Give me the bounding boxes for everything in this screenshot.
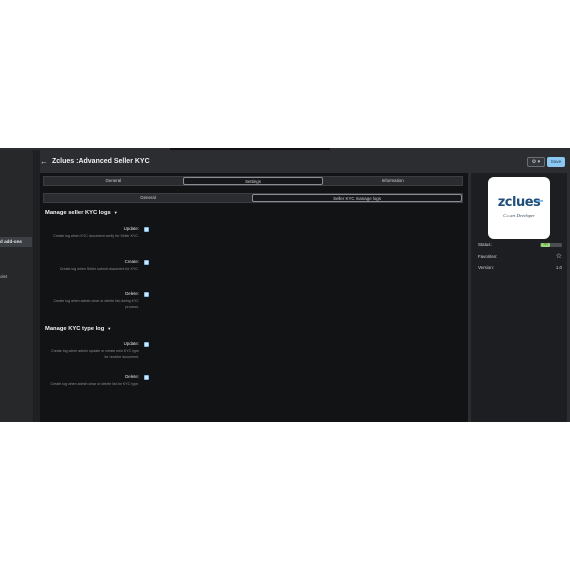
addon-info-panel: zclues .com C.c.art Developer Status: ON… bbox=[471, 173, 567, 422]
field-label: Delete: bbox=[125, 291, 139, 296]
back-arrow-icon[interactable]: ← bbox=[40, 157, 48, 166]
field-description: Create log when KYC document verify for … bbox=[53, 234, 139, 238]
logo-tagline: C.c.art Developer bbox=[503, 213, 535, 218]
status-label: Status: bbox=[478, 242, 492, 247]
status-toggle[interactable]: ON bbox=[540, 243, 562, 247]
version-label: Version: bbox=[478, 265, 494, 270]
addon-logo: zclues .com C.c.art Developer bbox=[488, 177, 550, 239]
type-delete-checkbox[interactable] bbox=[144, 375, 149, 380]
seller-delete-checkbox[interactable] bbox=[144, 292, 149, 297]
app-window: d add-ons olet ← Zclues :Advanced Seller… bbox=[0, 148, 570, 422]
field-description: Create log when admin update or create n… bbox=[51, 349, 139, 359]
section-title-kyc-type-log[interactable]: Manage KYC type log ▼ bbox=[45, 326, 111, 332]
field-label: Update: bbox=[123, 226, 139, 231]
main-tabs: General Settings Information bbox=[43, 176, 463, 186]
gear-dropdown-button[interactable]: ⚙ ▾ bbox=[527, 157, 545, 167]
field-label: Update: bbox=[123, 341, 139, 346]
field-description: Create log when admin clear or delete li… bbox=[53, 299, 140, 309]
type-update-checkbox[interactable] bbox=[144, 342, 149, 347]
seller-create-checkbox[interactable] bbox=[144, 260, 149, 265]
chevron-down-icon: ▼ bbox=[113, 210, 118, 215]
version-value: 1.0 bbox=[555, 265, 562, 270]
sidebar-item-addons[interactable]: d add-ons bbox=[0, 237, 32, 247]
tab-settings[interactable]: Settings bbox=[182, 177, 324, 185]
subtab-general[interactable]: General bbox=[44, 194, 252, 202]
save-button[interactable]: Save bbox=[547, 157, 565, 167]
field-description: Create log when admin clear or delete li… bbox=[50, 382, 140, 386]
chevron-down-icon: ▼ bbox=[107, 326, 112, 331]
page-header: ← Zclues :Advanced Seller KYC ⚙ ▾ Save bbox=[40, 156, 570, 170]
sidebar-item-other[interactable]: olet bbox=[0, 274, 7, 279]
section-title-text: Manage seller KYC logs bbox=[45, 210, 111, 216]
seller-update-checkbox[interactable] bbox=[144, 227, 149, 232]
page-title: Zclues :Advanced Seller KYC bbox=[52, 158, 150, 165]
field-label: Create: bbox=[124, 259, 139, 264]
field-label: Delete: bbox=[125, 374, 139, 379]
status-toggle-on: ON bbox=[541, 243, 550, 247]
version-row: Version: 1.0 bbox=[478, 265, 562, 273]
subtab-seller-kyc-logs[interactable]: Seller KYC manage logs bbox=[252, 194, 462, 202]
star-icon[interactable]: ☆ bbox=[556, 252, 562, 260]
sub-tabs: General Seller KYC manage logs bbox=[43, 193, 463, 203]
section-title-text: Manage KYC type log bbox=[45, 326, 105, 332]
main-content: General Settings Information General Sel… bbox=[40, 173, 468, 422]
field-description: Create log when Seller submit document f… bbox=[59, 267, 139, 271]
favorites-row: Favorites: ☆ bbox=[478, 252, 562, 262]
favorites-label: Favorites: bbox=[478, 254, 498, 259]
tab-general[interactable]: General bbox=[44, 177, 183, 185]
top-bar-line bbox=[170, 148, 330, 150]
section-title-seller-kyc-logs[interactable]: Manage seller KYC logs ▼ bbox=[45, 210, 118, 216]
left-sidebar: d add-ons olet bbox=[0, 150, 34, 422]
tab-information[interactable]: Information bbox=[323, 177, 462, 185]
logo-domain: .com bbox=[535, 199, 544, 203]
status-row: Status: ON bbox=[478, 242, 562, 250]
